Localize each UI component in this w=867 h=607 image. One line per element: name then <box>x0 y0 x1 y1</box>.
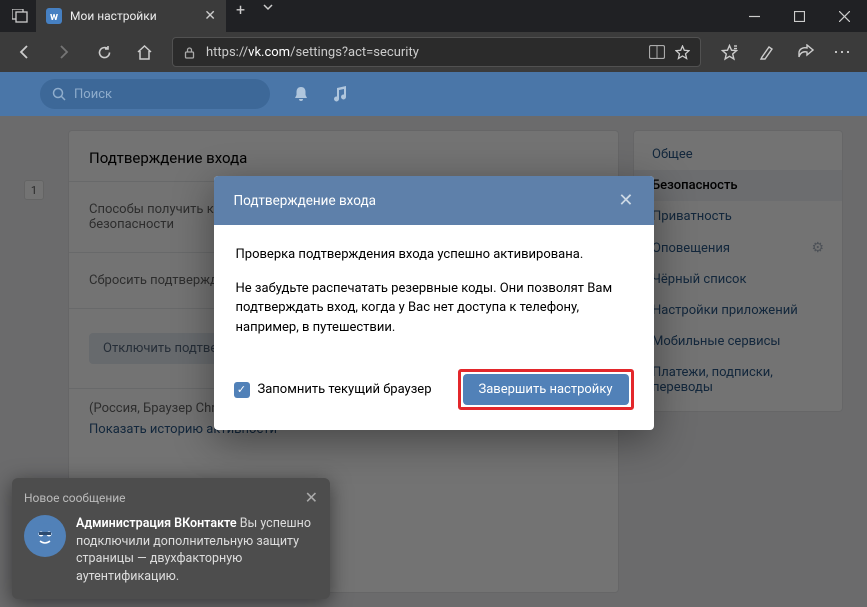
favorites-button[interactable] <box>711 34 747 70</box>
more-button[interactable]: ⋯ <box>825 34 861 70</box>
modal-close-icon[interactable]: ✕ <box>618 190 633 211</box>
vk-search[interactable]: Поиск <box>40 79 270 109</box>
home-button[interactable] <box>126 34 162 70</box>
toast-close-icon[interactable]: ✕ <box>305 488 318 507</box>
checkbox-icon: ✓ <box>234 382 250 398</box>
reader-mode-icon[interactable] <box>649 45 665 59</box>
tab-close-icon[interactable]: ✕ <box>204 8 216 24</box>
url-text: https://vk.com/settings?act=security <box>206 45 639 60</box>
search-placeholder: Поиск <box>74 87 112 102</box>
browser-toolbar: https://vk.com/settings?act=security ⋯ <box>0 32 867 72</box>
confirmation-modal: Подтверждение входа ✕ Проверка подтвержд… <box>214 176 654 430</box>
remember-browser-checkbox[interactable]: ✓ Запомнить текущий браузер <box>234 382 432 398</box>
remember-label: Запомнить текущий браузер <box>258 382 432 397</box>
tab-favicon: w <box>46 8 62 24</box>
window-close-button[interactable] <box>822 0 867 32</box>
modal-title: Подтверждение входа <box>234 193 376 209</box>
forward-button <box>46 34 82 70</box>
tabs-overview-icon[interactable] <box>12 9 28 23</box>
new-message-toast[interactable]: Новое сообщение ✕ Администрация ВКонтакт… <box>12 478 330 599</box>
toast-avatar <box>24 515 66 557</box>
lock-icon <box>183 46 196 59</box>
window-titlebar: w Мои настройки ✕ + <box>0 0 867 32</box>
notifications-icon[interactable] <box>292 85 310 103</box>
modal-message-1: Проверка подтверждения входа успешно акт… <box>236 245 632 265</box>
browser-tab[interactable]: w Мои настройки ✕ <box>36 0 226 32</box>
music-icon[interactable] <box>332 85 348 103</box>
toast-header: Новое сообщение <box>24 491 126 505</box>
finish-setup-button[interactable]: Завершить настройку <box>463 374 629 405</box>
search-icon <box>52 87 66 101</box>
toast-message: Администрация ВКонтакте Вы успешно подкл… <box>76 515 318 585</box>
toast-sender: Администрация ВКонтакте <box>76 516 237 531</box>
notes-button[interactable] <box>749 34 785 70</box>
tab-title: Мои настройки <box>70 9 196 23</box>
window-minimize-button[interactable] <box>732 0 777 32</box>
modal-message-2: Не забудьте распечатать резервные коды. … <box>236 279 632 338</box>
share-button[interactable] <box>787 34 823 70</box>
new-tab-button[interactable]: + <box>226 0 255 32</box>
back-button[interactable] <box>6 34 42 70</box>
vk-topbar: Поиск <box>0 72 867 116</box>
window-maximize-button[interactable] <box>777 0 822 32</box>
favorite-icon[interactable] <box>675 45 690 60</box>
tab-dropdown-icon[interactable] <box>255 0 281 32</box>
reload-button[interactable] <box>86 34 122 70</box>
address-bar[interactable]: https://vk.com/settings?act=security <box>172 37 701 67</box>
